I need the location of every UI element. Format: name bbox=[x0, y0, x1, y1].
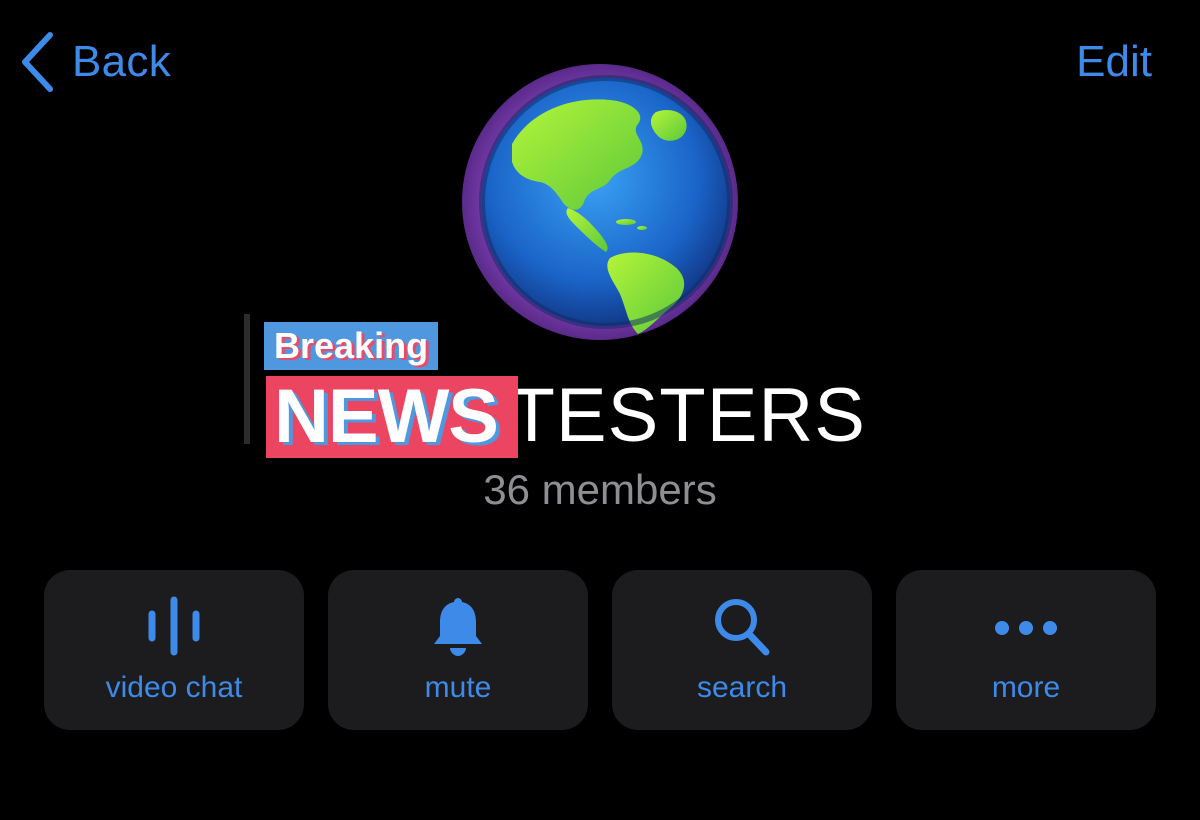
more-label: more bbox=[991, 671, 1061, 704]
search-button[interactable]: search bbox=[612, 570, 872, 730]
audio-waveform-icon bbox=[44, 594, 304, 658]
mute-label: mute bbox=[424, 671, 492, 704]
back-button[interactable]: Back bbox=[20, 30, 171, 94]
more-button[interactable]: more bbox=[896, 570, 1156, 730]
group-info-screen: Back Edit APP TESTERS Breaking NEWS 36 m… bbox=[0, 0, 1200, 820]
breaking-news-overlay: Breaking NEWS bbox=[244, 314, 524, 458]
magnifier-icon bbox=[612, 594, 872, 658]
ellipsis-icon bbox=[896, 594, 1156, 658]
chevron-left-icon bbox=[20, 31, 54, 93]
breaking-badge: Breaking bbox=[264, 322, 439, 370]
group-avatar[interactable] bbox=[460, 62, 740, 342]
video-chat-label: video chat bbox=[105, 671, 243, 704]
group-title: APP TESTERS bbox=[334, 373, 866, 458]
back-label: Back bbox=[72, 37, 172, 86]
video-chat-button[interactable]: video chat bbox=[44, 570, 304, 730]
news-badge: NEWS bbox=[266, 376, 518, 458]
edit-button[interactable]: Edit bbox=[1076, 30, 1152, 94]
members-count: 36 members bbox=[483, 466, 717, 513]
action-bar: video chat mute search more bbox=[44, 570, 1156, 730]
overlay-divider bbox=[244, 314, 250, 444]
mute-button[interactable]: mute bbox=[328, 570, 588, 730]
globe-icon bbox=[462, 64, 738, 340]
bell-icon bbox=[328, 594, 588, 658]
search-label: search bbox=[696, 671, 788, 704]
